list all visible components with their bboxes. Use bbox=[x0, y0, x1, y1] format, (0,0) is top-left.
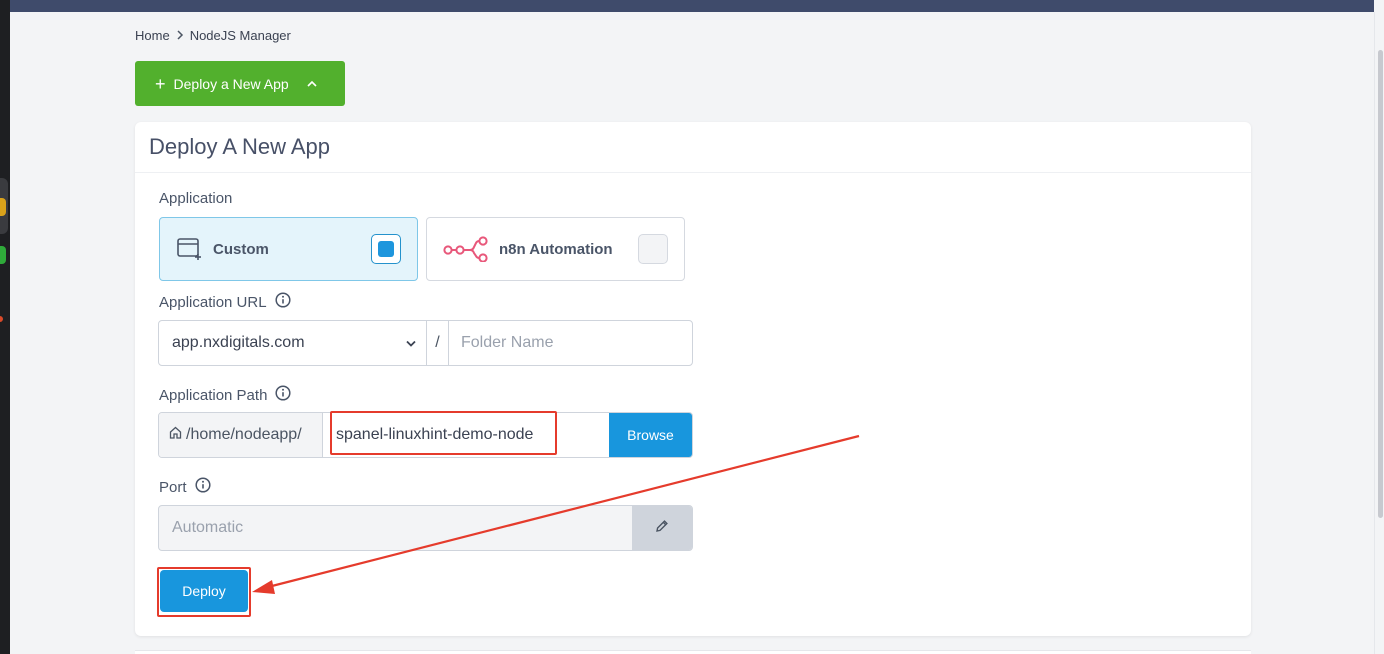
scrollbar-thumb[interactable] bbox=[1378, 50, 1383, 518]
edge-indicator-yellow bbox=[0, 198, 6, 216]
info-icon[interactable] bbox=[275, 292, 291, 312]
deploy-app-card: Deploy A New App Application Custom n8n … bbox=[135, 122, 1251, 636]
deploy-new-app-toggle-button[interactable]: + Deploy a New App bbox=[135, 61, 345, 106]
application-label-text: Application bbox=[159, 190, 233, 207]
application-url-label-text: Application URL bbox=[159, 293, 267, 311]
info-icon[interactable] bbox=[194, 477, 211, 497]
edge-indicator-red bbox=[0, 316, 3, 322]
home-icon bbox=[169, 426, 182, 444]
folder-name-input[interactable] bbox=[449, 321, 692, 365]
port-group: Automatic bbox=[158, 505, 693, 551]
top-navbar bbox=[10, 0, 1374, 12]
info-icon[interactable] bbox=[275, 385, 291, 405]
checkbox-checked-indicator bbox=[378, 241, 394, 257]
card-header: Deploy A New App bbox=[135, 122, 1251, 173]
app-option-n8n-label: n8n Automation bbox=[499, 240, 613, 258]
app-option-custom[interactable]: Custom bbox=[159, 217, 418, 281]
next-card-edge bbox=[135, 650, 1251, 654]
application-path-label: Application Path bbox=[159, 385, 291, 405]
application-url-label: Application URL bbox=[159, 292, 291, 312]
port-input: Automatic bbox=[172, 519, 244, 536]
browse-button[interactable]: Browse bbox=[609, 413, 692, 457]
chevron-up-icon bbox=[307, 80, 317, 87]
port-edit-button[interactable] bbox=[632, 506, 692, 550]
deploy-button[interactable]: Deploy bbox=[160, 570, 248, 612]
window-edge-strip bbox=[0, 0, 10, 654]
app-path-input[interactable]: spanel-linuxhint-demo-node bbox=[323, 413, 609, 457]
port-label-text: Port bbox=[159, 478, 187, 496]
n8n-checkbox[interactable] bbox=[638, 234, 668, 264]
window-add-icon bbox=[177, 237, 203, 261]
application-path-group: /home/nodeapp/ spanel-linuxhint-demo-nod… bbox=[158, 412, 693, 458]
application-url-group: app.nxdigitals.com / bbox=[158, 320, 693, 366]
plus-icon: + bbox=[155, 73, 166, 94]
path-prefix-text: /home/nodeapp/ bbox=[186, 426, 302, 443]
url-slash-separator: / bbox=[427, 321, 449, 365]
chevron-down-icon bbox=[406, 334, 416, 352]
n8n-logo-icon bbox=[443, 236, 489, 262]
pencil-icon bbox=[655, 519, 669, 538]
domain-select-value: app.nxdigitals.com bbox=[172, 334, 305, 351]
domain-select[interactable]: app.nxdigitals.com bbox=[159, 321, 427, 365]
application-label: Application bbox=[159, 190, 232, 207]
card-title: Deploy A New App bbox=[149, 134, 331, 159]
app-option-custom-label: Custom bbox=[213, 240, 269, 258]
path-prefix: /home/nodeapp/ bbox=[159, 413, 323, 457]
port-label: Port bbox=[159, 477, 211, 497]
app-option-n8n[interactable]: n8n Automation bbox=[426, 217, 685, 281]
application-path-label-text: Application Path bbox=[159, 386, 268, 404]
breadcrumb: Home NodeJS Manager bbox=[135, 28, 291, 43]
deploy-toggle-label: Deploy a New App bbox=[173, 75, 289, 92]
breadcrumb-current: NodeJS Manager bbox=[189, 28, 291, 43]
chevron-right-icon bbox=[176, 28, 184, 43]
custom-checkbox[interactable] bbox=[371, 234, 401, 264]
edge-indicator-green bbox=[0, 246, 6, 264]
breadcrumb-home-link[interactable]: Home bbox=[135, 28, 170, 43]
